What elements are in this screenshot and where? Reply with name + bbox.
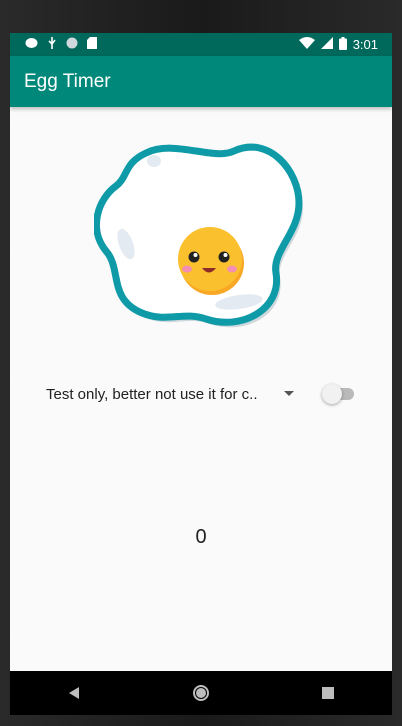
back-button[interactable] [54, 673, 94, 713]
status-time: 3:01 [352, 37, 378, 52]
spinner-selected-value: Test only, better not use it for c.. [46, 385, 258, 403]
sd-card-icon [87, 37, 97, 52]
controls-row: Test only, better not use it for c.. [10, 377, 392, 411]
recents-icon [322, 687, 335, 699]
egg-illustration [93, 141, 309, 331]
back-icon [68, 687, 79, 699]
screen: 3:01 Egg Timer Test only, better not use… [10, 33, 392, 671]
status-bar: 3:01 [10, 33, 392, 56]
yolk [178, 227, 242, 291]
switch-thumb[interactable] [322, 384, 342, 404]
timer-spinner[interactable]: Test only, better not use it for c.. [46, 377, 302, 411]
app-title: Egg Timer [24, 70, 111, 92]
notification-cloud-icon [25, 37, 38, 52]
notification-usb-icon [47, 37, 57, 52]
notification-circle-icon [66, 37, 78, 52]
wifi-icon [298, 37, 315, 52]
navigation-bar [10, 671, 392, 715]
timer-value: 0 [195, 526, 207, 548]
timer-switch[interactable] [322, 383, 354, 405]
recents-button[interactable] [308, 673, 348, 713]
home-icon [192, 685, 209, 701]
home-button[interactable] [181, 673, 221, 713]
signal-icon [320, 37, 333, 52]
app-bar: Egg Timer [10, 56, 392, 107]
dropdown-arrow-icon[interactable] [284, 391, 294, 396]
battery-icon [338, 36, 347, 53]
